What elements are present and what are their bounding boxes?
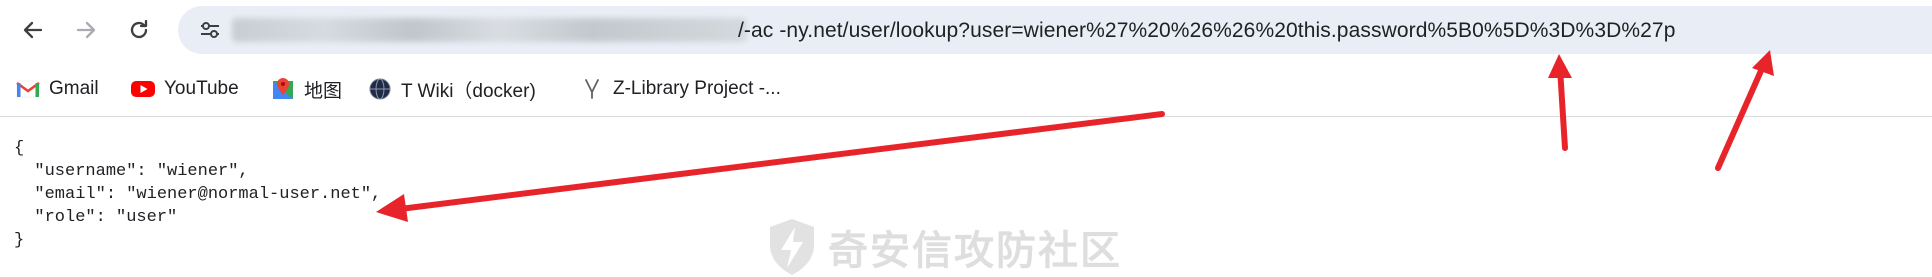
bookmark-gmail[interactable]: Gmail bbox=[15, 75, 99, 103]
bookmark-label: 地图 bbox=[304, 80, 343, 102]
bookmarks-bar: Gmail YouTube 地图 T Wiki（docker) Z-Librar… bbox=[0, 62, 1932, 116]
site-info-button[interactable] bbox=[192, 12, 228, 48]
arrow-left-icon bbox=[23, 21, 43, 39]
watermark-text: 奇安信攻防社区 bbox=[828, 228, 1122, 274]
bookmark-label: Gmail bbox=[49, 78, 99, 99]
url-redacted-region bbox=[232, 18, 747, 42]
bookmark-label: Z-Library Project -... bbox=[613, 78, 781, 99]
json-response: { "username": "wiener", "email": "wiener… bbox=[14, 139, 382, 250]
maps-icon bbox=[270, 76, 296, 102]
globe-icon bbox=[367, 76, 393, 102]
arrow-right-icon bbox=[76, 21, 96, 39]
bookmark-youtube[interactable]: YouTube bbox=[130, 75, 239, 103]
tune-icon bbox=[201, 22, 219, 38]
youtube-icon bbox=[130, 76, 156, 102]
bookmark-label: T Wiki（docker) bbox=[401, 80, 536, 102]
bookmark-twiki[interactable]: T Wiki（docker) bbox=[367, 75, 536, 103]
bookmark-zlibrary[interactable]: Z-Library Project -... bbox=[579, 75, 781, 103]
page-content: { "username": "wiener", "email": "wiener… bbox=[0, 117, 1932, 275]
forward-button[interactable] bbox=[64, 8, 108, 52]
bookmark-label: YouTube bbox=[164, 78, 239, 99]
address-bar[interactable]: /-ac -ny.net/user/lookup?user=wiener%27%… bbox=[178, 6, 1932, 54]
back-button[interactable] bbox=[11, 8, 55, 52]
bookmark-maps[interactable]: 地图 bbox=[270, 75, 342, 103]
gmail-icon bbox=[15, 76, 41, 102]
browser-toolbar: /-ac -ny.net/user/lookup?user=wiener%27%… bbox=[0, 0, 1932, 62]
url-text[interactable]: /-ac -ny.net/user/lookup?user=wiener%27%… bbox=[738, 19, 1675, 43]
reload-icon bbox=[130, 19, 148, 39]
lightning-shield-icon bbox=[770, 219, 814, 275]
watermark: 奇安信攻防社区 bbox=[766, 217, 1122, 277]
reload-button[interactable] bbox=[117, 8, 161, 52]
zlibrary-icon bbox=[579, 76, 605, 102]
